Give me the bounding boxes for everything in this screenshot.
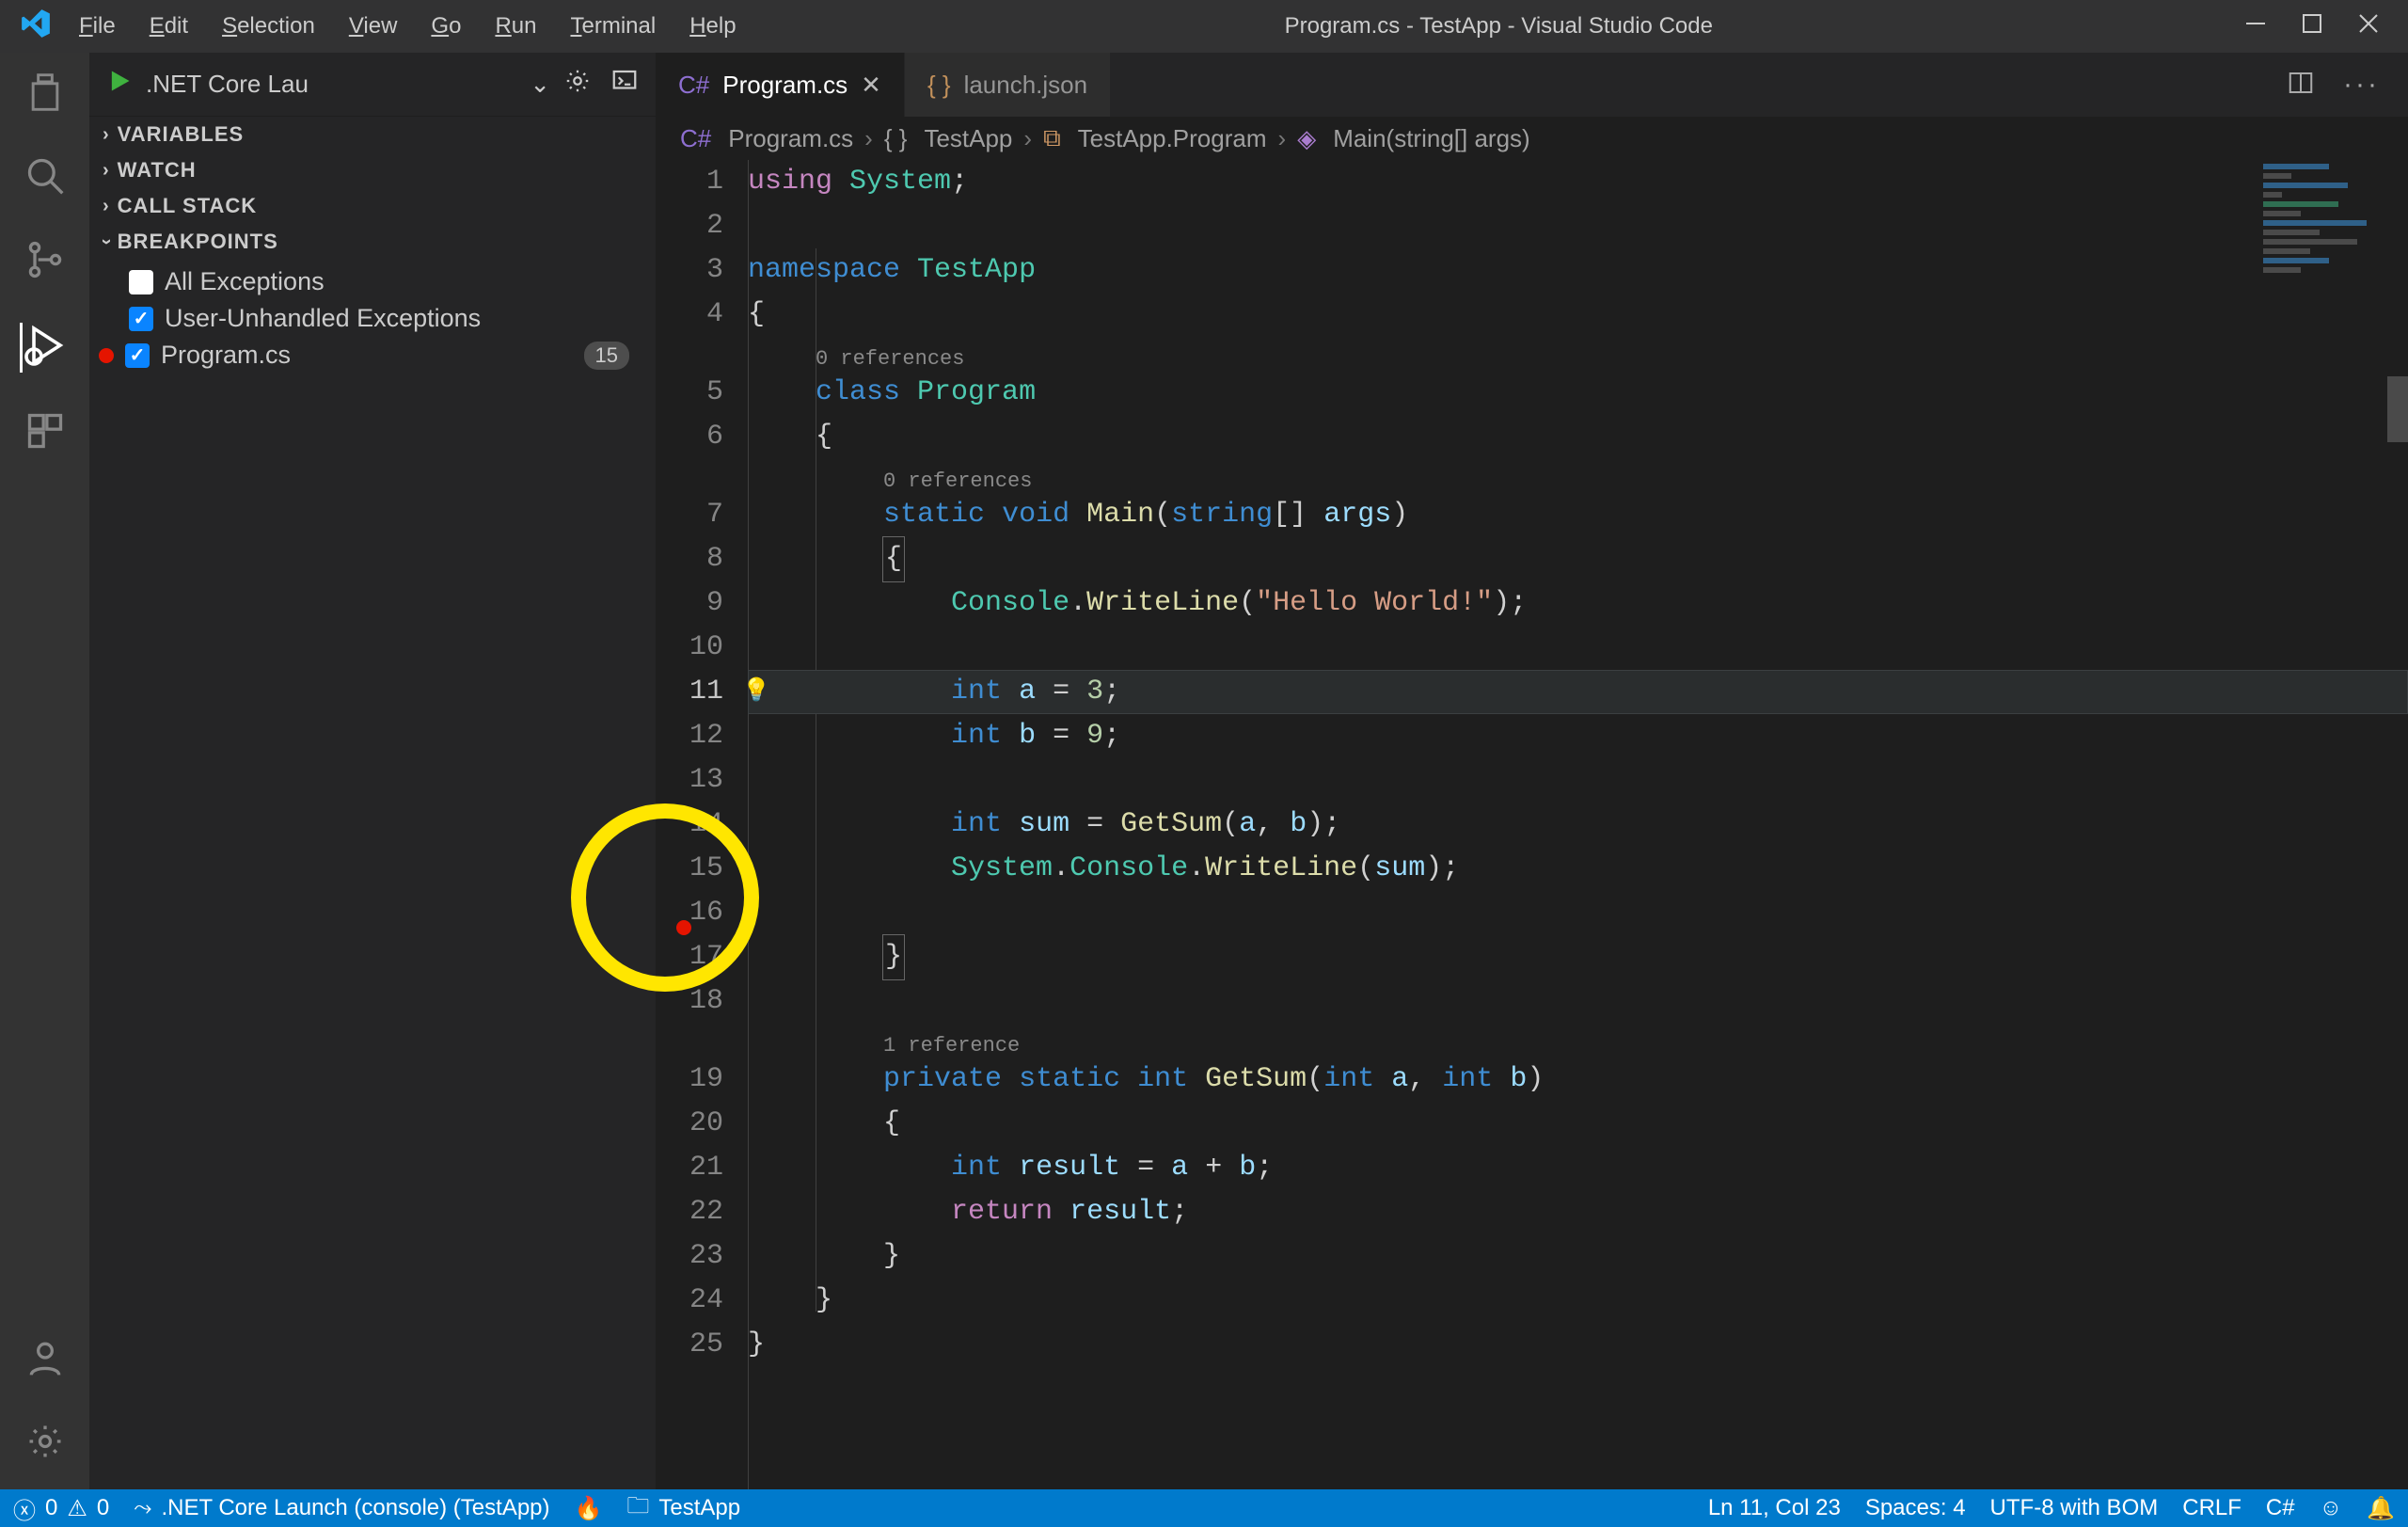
csharp-file-icon: C# (680, 124, 711, 153)
titlebar: File Edit Selection View Go Run Terminal… (0, 0, 2408, 53)
braces-icon: { } (884, 124, 908, 153)
status-language[interactable]: C# (2266, 1495, 2295, 1521)
main-area: .NET Core Lau ⌄ ›VARIABLES ›WATCH ›CALL … (0, 53, 2408, 1489)
status-eol[interactable]: CRLF (2182, 1495, 2242, 1521)
activity-run-debug-icon[interactable] (20, 323, 68, 373)
bp-label: All Exceptions (165, 267, 325, 296)
window-maximize-icon[interactable] (2301, 12, 2323, 41)
bp-line-badge: 15 (584, 342, 629, 370)
lightbulb-icon[interactable]: 💡 (742, 670, 770, 714)
activity-settings-icon[interactable] (24, 1421, 66, 1467)
menu-view[interactable]: View (332, 13, 415, 40)
status-feedback-icon[interactable]: ☺ (2320, 1495, 2343, 1521)
status-debug-target[interactable]: ⤳ .NET Core Launch (console) (TestApp) (134, 1495, 549, 1521)
window-title: Program.cs - TestApp - Visual Studio Cod… (753, 13, 2244, 40)
json-file-icon: { } (927, 71, 951, 100)
codelens-references[interactable]: 1 reference (748, 1024, 2408, 1058)
editor-tabs: C# Program.cs ✕ { } launch.json ··· (656, 53, 2408, 117)
breadcrumb[interactable]: C# Program.cs› { } TestApp› ⧉ TestApp.Pr… (656, 117, 2408, 160)
activity-accounts-icon[interactable] (24, 1337, 66, 1383)
debug-config-dropdown[interactable]: .NET Core Lau (146, 70, 516, 99)
tab-launch-json[interactable]: { } launch.json (905, 53, 1111, 117)
csharp-file-icon: C# (678, 71, 709, 100)
status-folder[interactable]: 🗀 TestApp (626, 1489, 740, 1527)
status-encoding[interactable]: UTF-8 with BOM (1990, 1495, 2159, 1521)
debug-console-icon[interactable] (610, 67, 639, 102)
class-icon: ⧉ (1043, 123, 1061, 153)
breakpoint-gutter-dot-icon[interactable] (676, 920, 691, 935)
error-icon: ⓧ (13, 1492, 36, 1525)
status-bar: ⓧ0 ⚠0 ⤳ .NET Core Launch (console) (Test… (0, 1489, 2408, 1527)
section-variables[interactable]: ›VARIABLES (89, 117, 656, 152)
codelens-references[interactable]: 0 references (748, 337, 2408, 371)
window-close-icon[interactable] (2357, 12, 2380, 41)
menu-selection[interactable]: Selection (205, 13, 332, 40)
method-icon: ◈ (1297, 124, 1316, 153)
tab-label: launch.json (964, 71, 1088, 100)
status-problems[interactable]: ⓧ0 ⚠0 (13, 1492, 109, 1525)
debug-alt-icon: ⤳ (134, 1495, 151, 1521)
section-watch[interactable]: ›WATCH (89, 152, 656, 188)
breakpoints-list: All Exceptions User-Unhandled Exceptions… (89, 260, 656, 374)
section-callstack[interactable]: ›CALL STACK (89, 188, 656, 224)
bp-all-exceptions[interactable]: All Exceptions (119, 263, 656, 300)
chevron-down-icon[interactable]: ⌄ (530, 70, 550, 99)
warning-icon: ⚠ (67, 1495, 87, 1522)
activity-explorer-icon[interactable] (24, 72, 66, 118)
folder-icon: 🗀 (626, 1489, 649, 1527)
status-cursor-position[interactable]: Ln 11, Col 23 (1708, 1495, 1841, 1521)
bp-label: Program.cs (161, 341, 291, 370)
minimap[interactable] (2254, 160, 2408, 320)
split-editor-icon[interactable] (2287, 69, 2315, 102)
menu-bar: File Edit Selection View Go Run Terminal… (62, 13, 753, 40)
sidebar-debug: .NET Core Lau ⌄ ›VARIABLES ›WATCH ›CALL … (89, 53, 656, 1489)
code-area[interactable]: using System; namespace TestApp { 0 refe… (748, 160, 2408, 1367)
status-notifications-icon[interactable]: 🔔 (2367, 1495, 2395, 1522)
activity-source-control-icon[interactable] (24, 239, 66, 285)
activity-extensions-icon[interactable] (24, 410, 66, 456)
breakpoint-dot-icon (99, 348, 114, 363)
menu-run[interactable]: Run (478, 13, 553, 40)
menu-help[interactable]: Help (673, 13, 752, 40)
menu-edit[interactable]: Edit (133, 13, 205, 40)
start-debug-icon[interactable] (106, 68, 133, 101)
status-flame-icon[interactable]: 🔥 (575, 1495, 603, 1522)
editor-body[interactable]: 1234 56 78910 11121314 15161718 19202122… (656, 160, 2408, 1489)
scrollbar-thumb[interactable] (2387, 376, 2408, 442)
window-minimize-icon[interactable] (2244, 12, 2267, 41)
codelens-references[interactable]: 0 references (748, 459, 2408, 493)
menu-file[interactable]: File (62, 13, 133, 40)
editor-group: C# Program.cs ✕ { } launch.json ··· C# P… (656, 53, 2408, 1489)
close-icon[interactable]: ✕ (861, 71, 881, 100)
checkbox-icon[interactable] (129, 270, 153, 294)
tab-label: Program.cs (722, 71, 848, 100)
tab-program-cs[interactable]: C# Program.cs ✕ (656, 53, 905, 117)
bp-file-program[interactable]: Program.cs 15 (99, 337, 656, 374)
debug-toolbar: .NET Core Lau ⌄ (89, 53, 656, 117)
activity-bar (0, 53, 89, 1489)
checkbox-icon[interactable] (129, 307, 153, 331)
activity-search-icon[interactable] (24, 155, 66, 201)
section-breakpoints[interactable]: ›BREAKPOINTS (89, 224, 656, 260)
status-indent[interactable]: Spaces: 4 (1865, 1495, 1966, 1521)
line-gutter[interactable]: 1234 56 78910 11121314 15161718 19202122… (656, 160, 738, 1367)
gear-icon[interactable] (563, 67, 592, 102)
app-icon (9, 8, 62, 46)
more-actions-icon[interactable]: ··· (2343, 69, 2380, 101)
menu-terminal[interactable]: Terminal (553, 13, 673, 40)
menu-go[interactable]: Go (414, 13, 478, 40)
bp-label: User-Unhandled Exceptions (165, 304, 481, 333)
checkbox-icon[interactable] (125, 343, 150, 368)
bp-user-unhandled[interactable]: User-Unhandled Exceptions (119, 300, 656, 337)
